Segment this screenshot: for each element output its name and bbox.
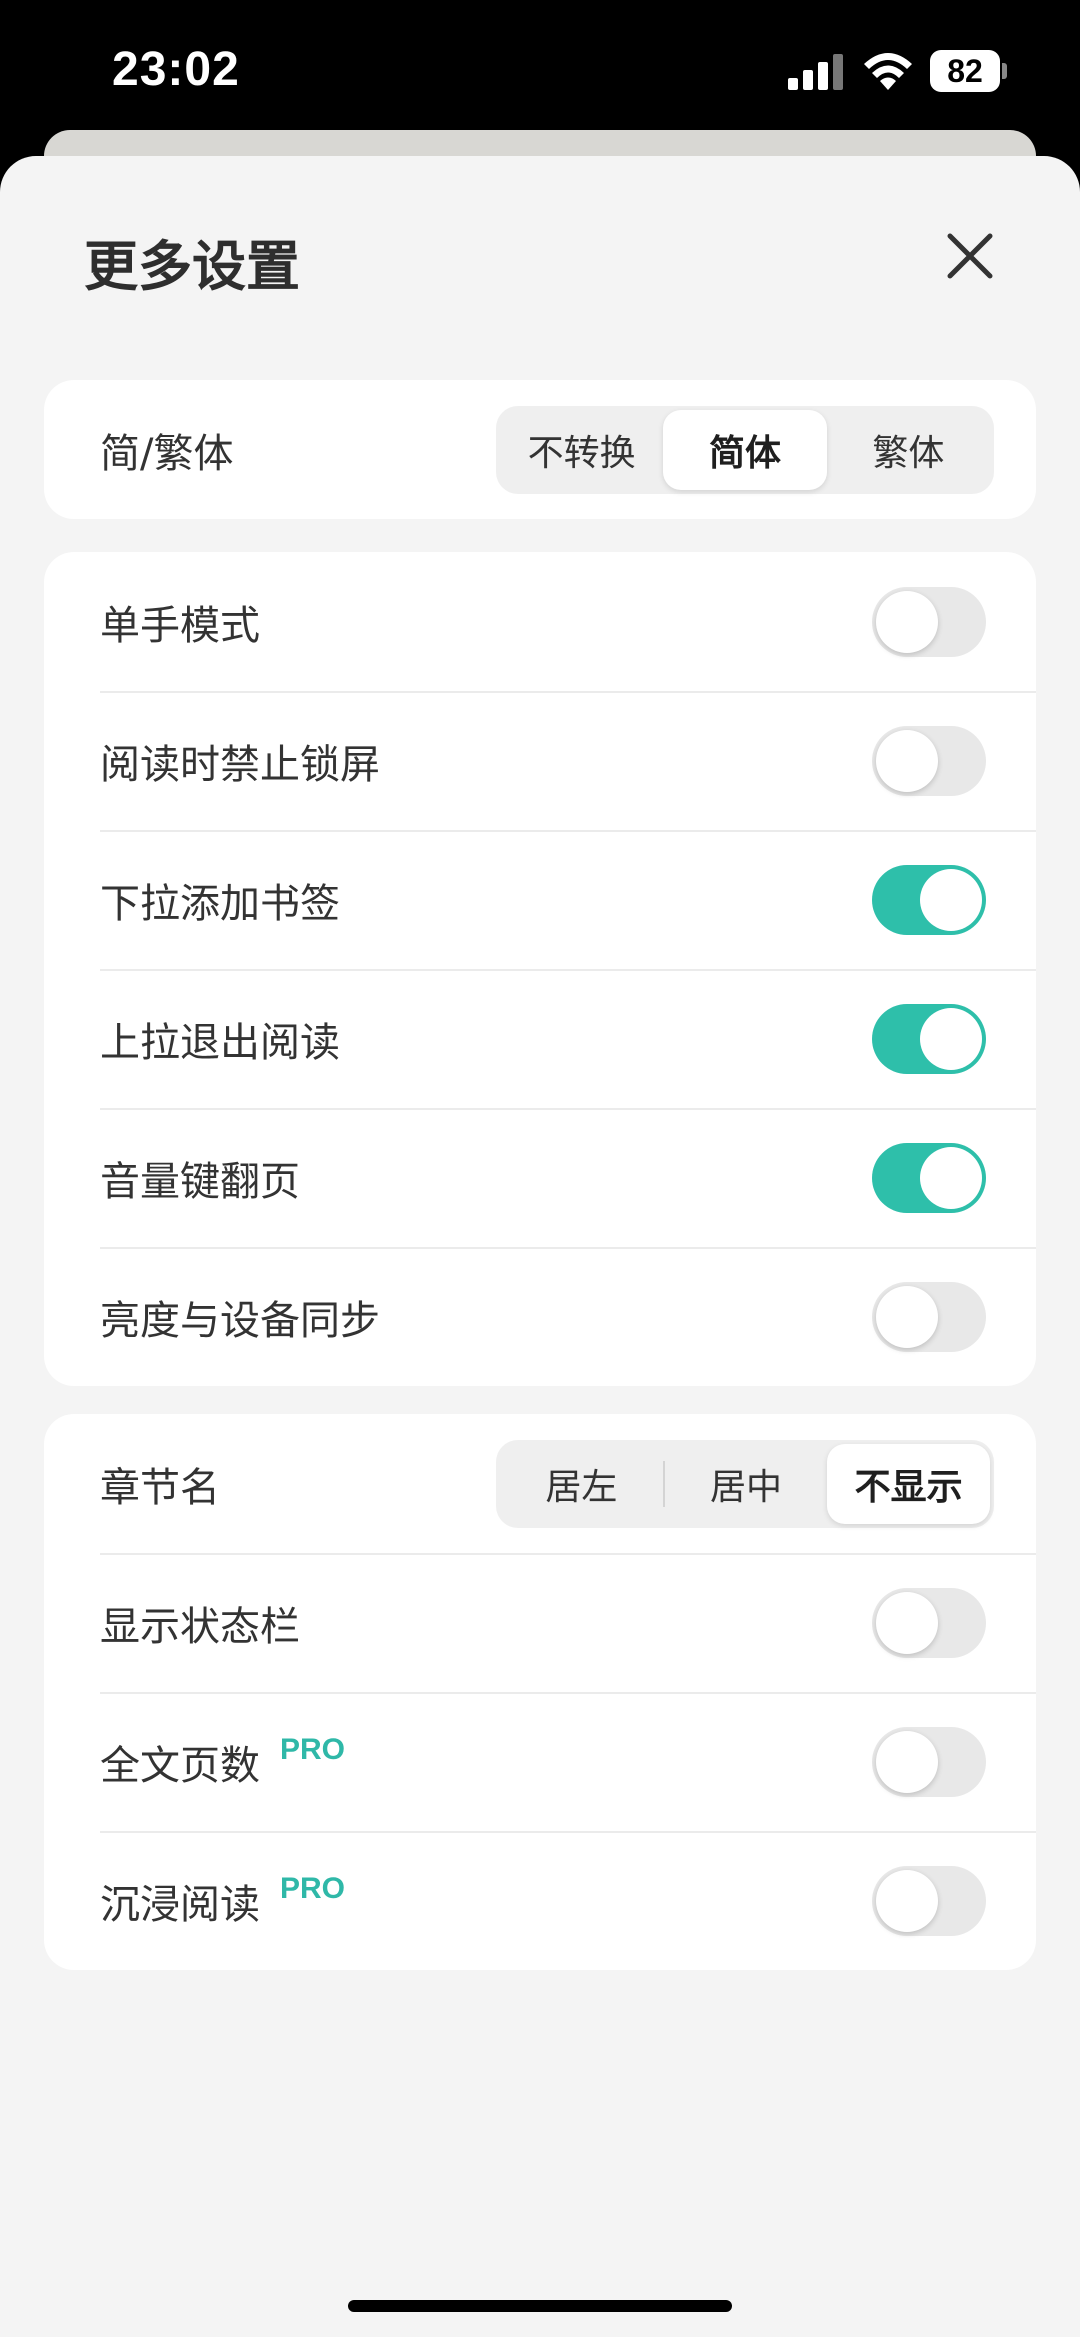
pro-badge: PRO xyxy=(280,1732,346,1766)
toggle-label: 单手模式 xyxy=(100,602,260,649)
toggle-label: 亮度与设备同步 xyxy=(100,1297,380,1344)
pro-badge: PRO xyxy=(280,1871,346,1905)
status-time: 23:02 xyxy=(112,43,240,96)
toggle-row-brightness-sync: 亮度与设备同步 xyxy=(44,1247,1036,1386)
toggle-label: 阅读时禁止锁屏 xyxy=(100,741,380,788)
close-button[interactable] xyxy=(936,222,1004,290)
script-label: 简/繁体 xyxy=(100,430,234,477)
sheet-title: 更多设置 xyxy=(84,235,300,298)
keep-screen-on-toggle[interactable] xyxy=(872,725,986,796)
toggle-row-one-hand-mode: 单手模式 xyxy=(44,552,1036,691)
toggle-label: 全文页数 PRO xyxy=(100,1733,345,1791)
toggle-label-text: 显示状态栏 xyxy=(100,1603,300,1650)
toggle-label: 下拉添加书签 xyxy=(100,880,340,927)
chapter-name-label: 章节名 xyxy=(100,1464,220,1511)
toggle-label: 音量键翻页 xyxy=(100,1158,300,1205)
toggle-label: 显示状态栏 xyxy=(100,1594,300,1652)
brightness-sync-toggle[interactable] xyxy=(872,1281,986,1352)
home-indicator xyxy=(348,2300,732,2312)
chapter-option-left[interactable]: 居左 xyxy=(500,1444,663,1524)
chapter-option-center[interactable]: 居中 xyxy=(665,1444,828,1524)
toggle-row-immersive-reading: 沉浸阅读 PRO xyxy=(44,1831,1036,1970)
script-option-traditional[interactable]: 繁体 xyxy=(827,410,990,490)
toggle-label-text: 沉浸阅读 xyxy=(100,1881,260,1928)
full-page-count-toggle[interactable] xyxy=(872,1726,986,1797)
immersive-reading-toggle[interactable] xyxy=(872,1865,986,1936)
more-settings-sheet: 更多设置 简/繁体 不转换 简体 繁体 单手模式 阅读时禁止锁屏 下拉添加书签 xyxy=(0,156,1080,2337)
script-card: 简/繁体 不转换 简体 繁体 xyxy=(44,380,1036,519)
toggle-label: 沉浸阅读 PRO xyxy=(100,1872,345,1930)
close-icon xyxy=(947,233,993,279)
battery-level: 82 xyxy=(947,53,983,89)
wifi-icon xyxy=(864,53,912,90)
toggle-label: 上拉退出阅读 xyxy=(100,1019,340,1066)
script-option-simplified[interactable]: 简体 xyxy=(663,409,827,490)
battery-icon: 82 xyxy=(930,50,1007,92)
show-status-bar-toggle[interactable] xyxy=(872,1587,986,1658)
script-option-none[interactable]: 不转换 xyxy=(500,410,663,490)
chapter-option-hide[interactable]: 不显示 xyxy=(827,1443,991,1524)
chapter-name-segmented-control: 居左 居中 不显示 xyxy=(496,1439,994,1528)
script-row: 简/繁体 不转换 简体 繁体 xyxy=(44,380,1036,519)
one-hand-mode-toggle[interactable] xyxy=(872,586,986,657)
chapter-name-row: 章节名 居左 居中 不显示 xyxy=(44,1414,1036,1553)
status-bar: 23:02 82 xyxy=(0,0,1080,150)
reading-toggles-card: 单手模式 阅读时禁止锁屏 下拉添加书签 上拉退出阅读 音量键翻页 亮度与设备同步 xyxy=(44,552,1036,1386)
toggle-row-show-status-bar: 显示状态栏 xyxy=(44,1553,1036,1692)
toggle-row-volume-key-page: 音量键翻页 xyxy=(44,1108,1036,1247)
toggle-row-keep-screen-on: 阅读时禁止锁屏 xyxy=(44,691,1036,830)
toggle-label-text: 全文页数 xyxy=(100,1742,260,1789)
pull-down-bookmark-toggle[interactable] xyxy=(872,864,986,935)
cellular-signal-icon xyxy=(788,54,843,90)
display-card: 章节名 居左 居中 不显示 显示状态栏 全文页数 PRO 沉浸阅读 PRO xyxy=(44,1414,1036,1970)
volume-key-page-toggle[interactable] xyxy=(872,1142,986,1213)
script-segmented-control: 不转换 简体 繁体 xyxy=(496,405,994,494)
toggle-row-full-page-count: 全文页数 PRO xyxy=(44,1692,1036,1831)
toggle-row-pull-down-bookmark: 下拉添加书签 xyxy=(44,830,1036,969)
toggle-row-pull-up-exit: 上拉退出阅读 xyxy=(44,969,1036,1108)
pull-up-exit-toggle[interactable] xyxy=(872,1003,986,1074)
